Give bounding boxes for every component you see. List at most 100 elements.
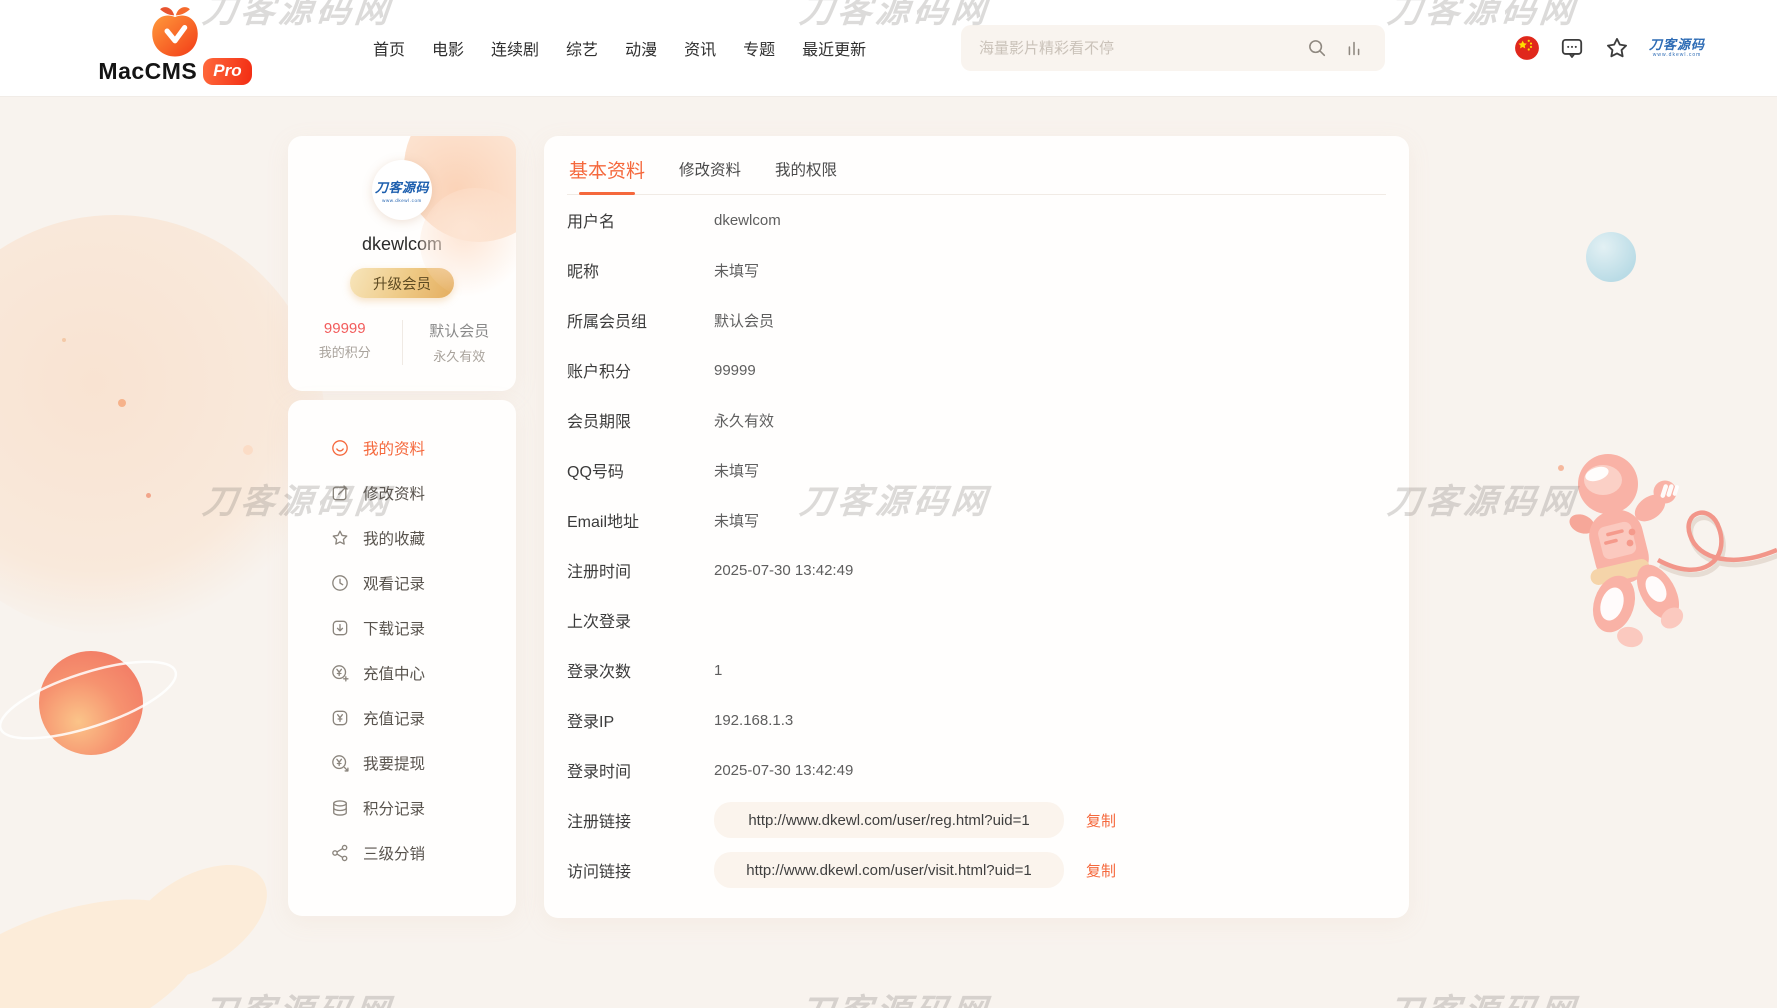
field-label: QQ号码 (567, 458, 714, 482)
tab[interactable]: 基本资料 (569, 156, 645, 194)
stat: 默认会员 永久有效 (402, 320, 517, 365)
edit-icon (330, 483, 350, 503)
link-fields: 注册链接 复制 访问链接 复制 (567, 795, 1386, 895)
sidebar-menu-item[interactable]: 我的收藏 (288, 515, 516, 560)
avatar: 刀客源码 www.dkewl.com (372, 160, 432, 220)
tab[interactable]: 修改资料 (679, 158, 741, 194)
link-field-row: 访问链接 复制 (567, 845, 1386, 895)
tab[interactable]: 我的权限 (775, 158, 837, 194)
nav-item[interactable]: 动漫 (625, 36, 657, 60)
field-row: Email地址 未填写 (567, 495, 1386, 545)
nav-item[interactable]: 最近更新 (802, 36, 866, 60)
points-record-icon (330, 798, 350, 818)
sidebar-menu-item[interactable]: 积分记录 (288, 785, 516, 830)
field-row: 昵称 未填写 (567, 245, 1386, 295)
china-flag-icon[interactable] (1514, 35, 1540, 61)
field-label: 昵称 (567, 258, 714, 282)
favorite-star-icon[interactable] (1604, 35, 1630, 61)
field-value: 未填写 (714, 260, 759, 281)
site-logo[interactable]: MacCMS Pro (100, 4, 250, 85)
field-label: 登录次数 (567, 658, 714, 682)
sidebar-menu-item[interactable]: 充值记录 (288, 695, 516, 740)
field-row: 账户积分 99999 (567, 345, 1386, 395)
recharge-record-icon (330, 708, 350, 728)
message-icon[interactable] (1559, 35, 1585, 61)
sidebar-menu-item[interactable]: 充值中心 (288, 650, 516, 695)
header-actions: 刀客源码 www.dkewl.com (1514, 0, 1705, 96)
nav-item[interactable]: 电影 (432, 36, 464, 60)
nav-item[interactable]: 综艺 (566, 36, 598, 60)
field-row: 所属会员组 默认会员 (567, 295, 1386, 345)
profile-card: 刀客源码 www.dkewl.com dkewlcom 升级会员 99999 我… (288, 136, 516, 391)
copy-button[interactable]: 复制 (1086, 860, 1116, 881)
field-value: 未填写 (714, 460, 759, 481)
field-label: 账户积分 (567, 358, 714, 382)
field-value: 2025-07-30 13:42:49 (714, 762, 853, 779)
field-value: 永久有效 (714, 410, 774, 431)
sidebar-menu-item[interactable]: 下载记录 (288, 605, 516, 650)
nav-item[interactable]: 专题 (743, 36, 775, 60)
field-label: 注册时间 (567, 558, 714, 582)
trending-bars-icon[interactable] (1343, 37, 1365, 59)
withdraw-icon (330, 753, 350, 773)
field-value: dkewlcom (714, 212, 781, 229)
field-label: 用户名 (567, 208, 714, 232)
page: MacCMS Pro 首页 电影 连续剧 综艺 动漫 资讯 专题 最近更新 (0, 0, 1777, 1008)
field-value: 1 (714, 662, 722, 679)
field-label: 登录时间 (567, 758, 714, 782)
field-row: 登录次数 1 (567, 645, 1386, 695)
sidebar-menu-item[interactable]: 观看记录 (288, 560, 516, 605)
header: MacCMS Pro 首页 电影 连续剧 综艺 动漫 资讯 专题 最近更新 (0, 0, 1777, 97)
sidebar-menu: 我的资料 修改资料 我的收藏 观看记录 (288, 400, 516, 916)
pro-badge: Pro (203, 58, 251, 85)
content: 刀客源码 www.dkewl.com dkewlcom 升级会员 99999 我… (0, 0, 1777, 1008)
field-value: 默认会员 (714, 310, 774, 331)
field-label: 注册链接 (567, 808, 714, 832)
favorites-star-icon (330, 528, 350, 548)
field-label: 上次登录 (567, 608, 714, 632)
maccms-logo-icon (147, 4, 203, 60)
nav-item[interactable]: 资讯 (684, 36, 716, 60)
tabs: 基本资料 修改资料 我的权限 (567, 136, 1386, 195)
field-row: 上次登录 (567, 595, 1386, 645)
field-label: 登录IP (567, 708, 714, 732)
field-row: 登录IP 192.168.1.3 (567, 695, 1386, 745)
field-row: 登录时间 2025-07-30 13:42:49 (567, 745, 1386, 795)
field-row: QQ号码 未填写 (567, 445, 1386, 495)
field-label: 访问链接 (567, 858, 714, 882)
field-label: 会员期限 (567, 408, 714, 432)
sidebar-menu-item[interactable]: 我的资料 (288, 425, 516, 470)
sidebar-menu-item[interactable]: 我要提现 (288, 740, 516, 785)
field-value: 2025-07-30 13:42:49 (714, 562, 853, 579)
field-value: 未填写 (714, 510, 759, 531)
field-row: 会员期限 永久有效 (567, 395, 1386, 445)
profile-icon (330, 438, 350, 458)
distribution-icon (330, 843, 350, 863)
field-label: Email地址 (567, 508, 714, 532)
field-row: 注册时间 2025-07-30 13:42:49 (567, 545, 1386, 595)
stat: 99999 我的积分 (288, 320, 402, 365)
profile-fields: 用户名 dkewlcom 昵称 未填写 所属会员组 默认会员 账户积分 (567, 195, 1386, 795)
field-label: 所属会员组 (567, 308, 714, 332)
recharge-center-icon (330, 663, 350, 683)
sidebar-menu-item[interactable]: 三级分销 (288, 830, 516, 875)
link-field-row: 注册链接 复制 (567, 795, 1386, 845)
profile-stats: 99999 我的积分 默认会员 永久有效 (288, 320, 516, 365)
brand-name: MacCMS (98, 58, 197, 85)
link-input[interactable] (714, 852, 1064, 888)
nav-item[interactable]: 首页 (373, 36, 405, 60)
field-value: 99999 (714, 362, 756, 379)
link-input[interactable] (714, 802, 1064, 838)
sidebar-menu-item[interactable]: 修改资料 (288, 470, 516, 515)
copy-button[interactable]: 复制 (1086, 810, 1116, 831)
field-value: 192.168.1.3 (714, 712, 793, 729)
main-nav: 首页 电影 连续剧 综艺 动漫 资讯 专题 最近更新 (373, 0, 866, 96)
watch-history-icon (330, 573, 350, 593)
search-input[interactable] (961, 40, 1306, 57)
search-box (961, 25, 1385, 71)
nav-item[interactable]: 连续剧 (491, 36, 539, 60)
download-history-icon (330, 618, 350, 638)
dkewl-logo: 刀客源码 www.dkewl.com (1649, 38, 1705, 58)
search-icon[interactable] (1306, 37, 1328, 59)
field-row: 用户名 dkewlcom (567, 195, 1386, 245)
